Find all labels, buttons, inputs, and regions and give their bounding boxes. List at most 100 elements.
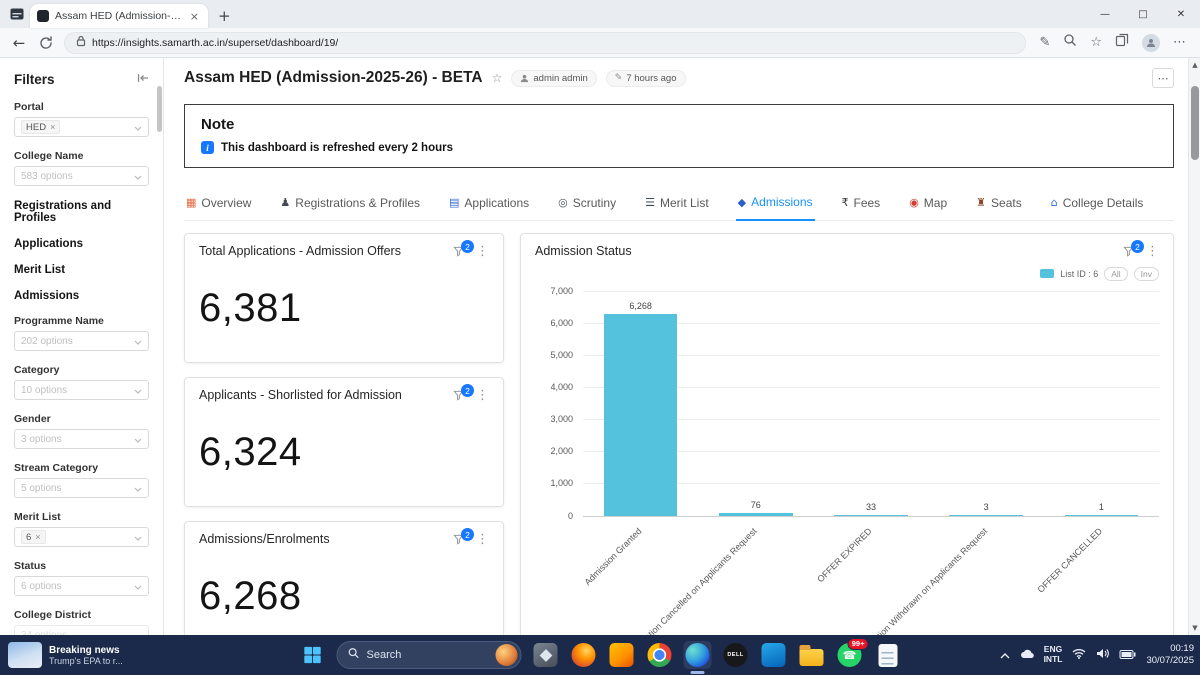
browser-tab[interactable]: Assam HED (Admission-2025-26) ×	[30, 4, 208, 28]
tab-registrations-profiles[interactable]: ♟ Registrations & Profiles	[278, 188, 422, 220]
scroll-up-icon[interactable]: ▲	[1189, 61, 1200, 69]
remove-tag-icon[interactable]: ×	[50, 122, 55, 132]
start-button[interactable]	[299, 641, 327, 669]
chevron-down-icon	[134, 430, 142, 448]
back-button[interactable]: ←	[10, 34, 28, 52]
filter-select-stream-category[interactable]: 5 options	[14, 478, 149, 498]
map-icon: ◉	[909, 196, 919, 209]
tab-college-details[interactable]: ⌂ College Details	[1049, 188, 1146, 220]
taskbar-search[interactable]: Search	[336, 641, 522, 669]
office-icon[interactable]	[608, 641, 636, 669]
favorite-star-icon[interactable]: ☆	[492, 71, 503, 85]
tab-label: Fees	[853, 195, 881, 210]
dashboard-menu-button[interactable]: ⋯	[1152, 68, 1174, 88]
filter-section-merit-list: Merit List	[14, 264, 66, 276]
owner-badge: admin admin	[511, 69, 597, 87]
stat-value: 6,268	[199, 573, 302, 618]
clock[interactable]: 00:19 30/07/2025	[1146, 643, 1194, 667]
photos-icon[interactable]	[532, 641, 560, 669]
dell-icon[interactable]: DELL	[722, 641, 750, 669]
filter-select-category[interactable]: 10 options	[14, 380, 149, 400]
legend-label[interactable]: List ID : 6	[1060, 269, 1098, 279]
kebab-menu-icon[interactable]: ⋮	[1146, 245, 1159, 258]
filter-select-merit-list[interactable]: 6 ×	[14, 527, 149, 547]
search-highlight-image[interactable]	[495, 644, 518, 666]
site-security-icon[interactable]	[76, 34, 86, 52]
address-bar[interactable]: https://insights.samarth.ac.in/superset/…	[64, 31, 1027, 54]
favorites-icon[interactable]: ☆	[1090, 35, 1102, 50]
tab-admissions[interactable]: ◆ Admissions	[735, 188, 815, 221]
bar-application-cancelled-on-applicants-request[interactable]	[718, 513, 793, 516]
tab-close-icon[interactable]: ×	[188, 10, 201, 23]
window-close-button[interactable]: ✕	[1162, 0, 1200, 28]
whatsapp-icon[interactable]: ☎ 99+	[836, 638, 869, 669]
owner-name: admin admin	[533, 72, 588, 84]
kebab-menu-icon[interactable]: ⋮	[476, 389, 489, 402]
filter-select-status[interactable]: 6 options	[14, 576, 149, 596]
new-tab-button[interactable]: +	[218, 7, 231, 25]
tab-overview[interactable]: ▦ Overview	[184, 188, 253, 220]
kebab-menu-icon[interactable]: ⋮	[476, 245, 489, 258]
notepad-icon[interactable]	[874, 641, 902, 669]
browser-menu-icon[interactable]: ⋯	[1173, 35, 1186, 50]
legend-inv-button[interactable]: Inv	[1133, 266, 1159, 281]
outlook-icon[interactable]	[760, 641, 788, 669]
chevron-down-icon	[134, 479, 142, 497]
chart-filter-icon[interactable]: 2	[453, 384, 474, 401]
sidebar-scrollbar-thumb[interactable]	[157, 86, 162, 132]
tab-merit-list[interactable]: ☰ Merit List	[643, 188, 711, 220]
profile-avatar[interactable]	[1142, 33, 1160, 52]
chart-filter-icon[interactable]: 2	[453, 528, 474, 545]
tab-scrutiny[interactable]: ◎ Scrutiny	[556, 188, 618, 220]
merit-list-icon: ☰	[645, 196, 655, 209]
tab-map[interactable]: ◉ Map	[907, 188, 949, 220]
kebab-menu-icon[interactable]: ⋮	[476, 533, 489, 546]
bar-offer-expired[interactable]	[834, 514, 908, 516]
wifi-icon[interactable]	[1072, 646, 1086, 664]
filter-select-gender[interactable]: 3 options	[14, 429, 149, 449]
window-minimize-button[interactable]: —	[1086, 0, 1124, 28]
window-maximize-button[interactable]: □	[1124, 0, 1162, 28]
tab-fees[interactable]: ₹ Fees	[840, 188, 883, 220]
news-widget[interactable]: Breaking news Trump's EPA to r...	[0, 635, 123, 675]
legend-swatch[interactable]	[1040, 269, 1055, 279]
tab-label: Admissions	[751, 195, 813, 209]
chart-filter-icon[interactable]: 2	[1123, 240, 1144, 257]
filter-select-portal[interactable]: HED ×	[14, 117, 149, 137]
main-scrollbar[interactable]: ▲ ▼	[1188, 58, 1200, 635]
bar-application-withdrawn-on-applicants-request[interactable]	[949, 514, 1024, 516]
tray-chevron-icon[interactable]	[1000, 646, 1010, 664]
chrome-icon[interactable]	[646, 641, 674, 669]
filter-select-programme-name[interactable]: 202 options	[14, 331, 149, 351]
main-scrollbar-thumb[interactable]	[1191, 86, 1199, 160]
firefox-icon[interactable]	[570, 641, 598, 669]
zoom-icon[interactable]	[1063, 33, 1077, 52]
filter-select-college-district[interactable]: 34 options	[14, 625, 149, 635]
url-text[interactable]: https://insights.samarth.ac.in/superset/…	[92, 37, 338, 49]
collapse-filters-icon[interactable]	[137, 70, 149, 88]
filter-tag: 6 ×	[21, 530, 46, 544]
edge-icon[interactable]	[683, 641, 712, 674]
remove-tag-icon[interactable]: ×	[35, 532, 40, 542]
filter-select-college-name[interactable]: 583 options	[14, 166, 149, 186]
scroll-down-icon[interactable]: ▼	[1189, 624, 1200, 632]
note-title: Note	[201, 116, 235, 133]
chart-filter-icon[interactable]: 2	[453, 240, 474, 257]
tab-seats[interactable]: ♜ Seats	[974, 188, 1024, 220]
tab-applications[interactable]: ▤ Applications	[447, 188, 531, 220]
battery-icon[interactable]	[1119, 646, 1136, 664]
language-indicator[interactable]: ENG INTL	[1044, 644, 1063, 665]
bar-admission-granted[interactable]	[603, 314, 678, 516]
filter-section-applications: Applications	[14, 238, 84, 250]
onedrive-icon[interactable]	[1020, 646, 1034, 664]
volume-icon[interactable]	[1096, 646, 1110, 664]
legend-all-button[interactable]: All	[1104, 266, 1128, 281]
collections-icon[interactable]	[1115, 33, 1129, 52]
news-subline: Trump's EPA to r...	[49, 655, 123, 666]
dashboard-main: Assam HED (Admission-2025-26) - BETA ☆ a…	[164, 58, 1200, 635]
refresh-button[interactable]	[37, 35, 55, 50]
web-capture-icon[interactable]: ✎	[1039, 35, 1050, 50]
file-explorer-icon[interactable]	[798, 641, 826, 669]
workspace-icon[interactable]	[10, 8, 24, 20]
bar-offer-cancelled[interactable]	[1064, 514, 1139, 516]
